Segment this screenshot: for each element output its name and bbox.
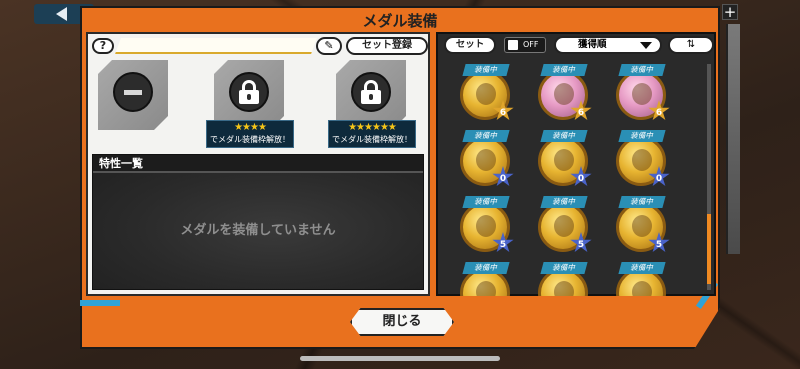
equipped-toggle[interactable]: OFF [504, 37, 546, 53]
character-portrait [554, 149, 574, 171]
character-portrait [476, 215, 496, 237]
equipped-tag: 装備中 [462, 130, 510, 142]
equipped-tag: 装備中 [540, 196, 588, 208]
unlock-text: でメダル装備枠解放！ [210, 135, 290, 144]
pencil-icon: ✎ [324, 39, 334, 52]
unlock-text: でメダル装備枠解放！ [332, 135, 412, 144]
character-portrait [632, 149, 652, 171]
dialog-title: メダル装備 [362, 12, 438, 30]
equipped-tag: 装備中 [618, 262, 666, 274]
traits-heading: 特性一覧 [93, 155, 423, 173]
medal-item[interactable]: 装備中 5 [530, 196, 600, 264]
medal-item[interactable]: 装備中 0 [452, 130, 522, 198]
unlock-requirement: ★★★★★★ でメダル装備枠解放！ [328, 120, 416, 148]
medal-list-panel: セット OFF 獲得順 ⇅ 装備中 6 装備中 6 装備中 6 装備中 0 装備中 0 装備中 0 装備… [436, 32, 716, 296]
equip-panel: ? ✎ セット登録 ★★★★ でメダル装備枠解放！ ★★★★★★ でメダル装備枠… [86, 32, 430, 296]
star-rating: ★★★★ [234, 122, 267, 133]
medal-grid: 装備中 6 装備中 6 装備中 6 装備中 0 装備中 0 装備中 0 装備中 5 装備中 5 装備中 5 装備中装… [452, 64, 698, 296]
bookmark-icon [508, 40, 518, 50]
lock-icon [361, 80, 381, 104]
home-indicator [300, 356, 500, 361]
set-register-button[interactable]: セット登録 [346, 37, 428, 55]
character-portrait [632, 83, 652, 105]
accent-stripe [80, 300, 120, 306]
traits-panel: 特性一覧 メダルを装備していません [92, 154, 424, 290]
lock-icon [239, 80, 259, 104]
back-arrow-icon [56, 7, 67, 21]
sort-order-button[interactable]: ⇅ [668, 36, 714, 54]
character-portrait [554, 281, 574, 296]
side-tab-strip [726, 24, 740, 254]
equipped-tag: 装備中 [618, 64, 666, 76]
medal-item[interactable]: 装備中 [530, 262, 600, 296]
equipped-tag: 装備中 [462, 196, 510, 208]
traits-empty-message: メダルを装備していません [180, 223, 336, 238]
medal-item[interactable]: 装備中 6 [452, 64, 522, 132]
equipped-tag: 装備中 [540, 130, 588, 142]
chevron-down-icon [640, 42, 652, 49]
medal-item[interactable]: 装備中 6 [530, 64, 600, 132]
medal-item[interactable]: 装備中 6 [608, 64, 678, 132]
set-filter-button[interactable]: セット [444, 36, 496, 54]
star-rating: ★★★★★★ [348, 122, 397, 133]
character-portrait [554, 215, 574, 237]
character-portrait [632, 281, 652, 296]
equipped-tag: 装備中 [618, 130, 666, 142]
close-button[interactable]: 閉じる [350, 308, 454, 336]
scrollbar[interactable] [707, 64, 711, 290]
medal-item[interactable]: 装備中 0 [608, 130, 678, 198]
sort-dropdown[interactable]: 獲得順 [554, 36, 662, 54]
help-button[interactable]: ? [92, 38, 114, 54]
equipped-tag: 装備中 [462, 64, 510, 76]
equipped-tag: 装備中 [540, 64, 588, 76]
medal-item[interactable]: 装備中 0 [530, 130, 600, 198]
character-portrait [476, 149, 496, 171]
equipped-tag: 装備中 [462, 262, 510, 274]
medal-slot-1[interactable] [98, 60, 168, 130]
list-toolbar: セット OFF 獲得順 ⇅ [440, 36, 716, 56]
medal-item[interactable]: 装備中 5 [608, 196, 678, 264]
scrollbar-thumb[interactable] [707, 214, 711, 284]
equipped-tag: 装備中 [540, 262, 588, 274]
set-name-field[interactable] [115, 38, 317, 54]
sort-arrows-icon: ⇅ [686, 39, 696, 50]
medal-item[interactable]: 装備中 [452, 262, 522, 296]
minus-icon [124, 90, 142, 95]
character-portrait [632, 215, 652, 237]
character-portrait [476, 83, 496, 105]
plus-icon[interactable]: + [722, 4, 738, 20]
medal-item[interactable]: 装備中 [608, 262, 678, 296]
unlock-requirement: ★★★★ でメダル装備枠解放！ [206, 120, 294, 148]
edit-name-button[interactable]: ✎ [316, 37, 342, 55]
character-portrait [554, 83, 574, 105]
equipped-tag: 装備中 [618, 196, 666, 208]
character-portrait [476, 281, 496, 296]
medal-item[interactable]: 装備中 5 [452, 196, 522, 264]
